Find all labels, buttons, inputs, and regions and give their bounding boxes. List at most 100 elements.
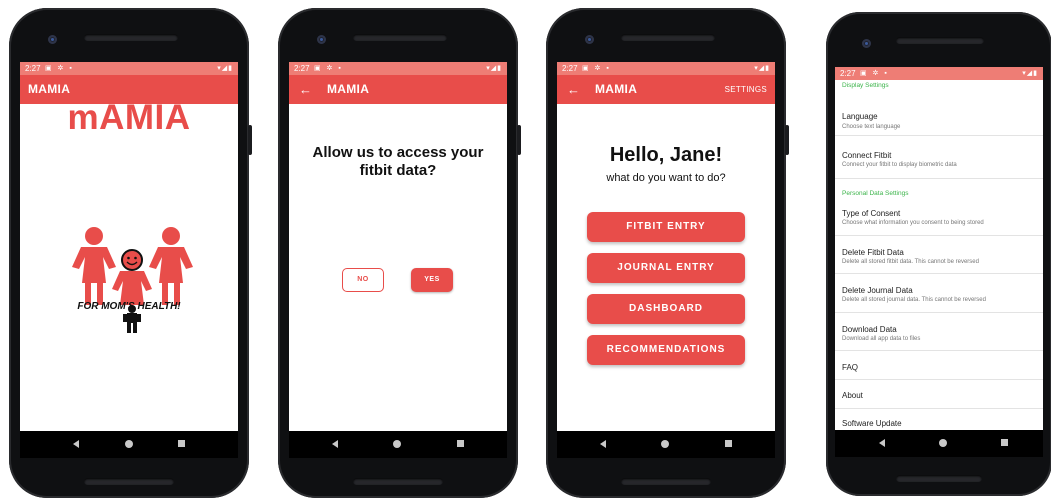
phone-frame-consent: 2:27 ▣ ✲ ▪ ▾◢▮ ← MAMIA Allow us to acces… bbox=[278, 8, 518, 498]
about-setting[interactable]: About bbox=[835, 380, 1043, 409]
system-nav-bar bbox=[557, 431, 775, 458]
notification-icons: ▣ ✲ ▪ bbox=[860, 70, 889, 77]
back-triangle-icon[interactable] bbox=[332, 440, 338, 448]
notification-icons: ▣ ✲ ▪ bbox=[45, 65, 74, 72]
screen-home: 2:27 ▣ ✲ ▪ ▾◢▮ ← MAMIA SETTINGS Hello, J… bbox=[557, 62, 775, 458]
dashboard-button[interactable]: DASHBOARD bbox=[587, 294, 745, 324]
notification-icons: ▣ ✲ ▪ bbox=[582, 65, 611, 72]
power-button bbox=[785, 125, 789, 155]
status-bar: 2:27 ▣ ✲ ▪ ▾◢▮ bbox=[20, 62, 238, 75]
greeting-subtitle: what do you want to do? bbox=[606, 172, 726, 184]
bottom-speaker bbox=[621, 478, 711, 485]
recents-square-icon[interactable] bbox=[178, 440, 185, 447]
front-camera bbox=[585, 35, 594, 44]
setting-subtitle: Choose text language bbox=[842, 124, 901, 130]
home-circle-icon[interactable] bbox=[939, 439, 947, 447]
earpiece-speaker bbox=[353, 34, 447, 41]
bottom-speaker bbox=[896, 475, 982, 482]
back-arrow-icon[interactable]: ← bbox=[299, 75, 312, 104]
signal-battery-icon: ▾◢▮ bbox=[217, 65, 233, 72]
logo-text: mAMIA bbox=[67, 98, 191, 137]
bottom-speaker bbox=[84, 478, 174, 485]
front-camera bbox=[48, 35, 57, 44]
status-bar: 2:27 ▣ ✲ ▪ ▾◢▮ bbox=[289, 62, 507, 75]
power-button bbox=[517, 125, 521, 155]
tagline: FOR MOM'S HEALTH! bbox=[77, 301, 181, 312]
setting-title: FAQ bbox=[842, 363, 859, 372]
earpiece-speaker bbox=[621, 34, 715, 41]
status-bar: 2:27 ▣ ✲ ▪ ▾◢▮ bbox=[557, 62, 775, 75]
setting-title: Delete Journal Data bbox=[842, 286, 913, 295]
display-settings-header: Display Settings bbox=[842, 82, 889, 89]
setting-title: Download Data bbox=[842, 325, 897, 334]
recents-square-icon[interactable] bbox=[725, 440, 732, 447]
setting-subtitle: Download all app data to files bbox=[842, 336, 921, 342]
app-title: MAMIA bbox=[327, 82, 370, 96]
front-camera bbox=[317, 35, 326, 44]
recents-square-icon[interactable] bbox=[457, 440, 464, 447]
delete-journal-data-setting[interactable]: Delete Journal Data Delete all stored jo… bbox=[835, 274, 1043, 313]
screen-consent: 2:27 ▣ ✲ ▪ ▾◢▮ ← MAMIA Allow us to acces… bbox=[289, 62, 507, 458]
journal-entry-button[interactable]: JOURNAL ENTRY bbox=[587, 253, 745, 283]
status-time: 2:27 bbox=[840, 69, 856, 78]
consent-question: Allow us to access your fitbit data? bbox=[312, 144, 484, 179]
status-time: 2:27 bbox=[25, 64, 41, 73]
greeting: Hello, Jane! bbox=[609, 144, 723, 166]
app-bar: ← MAMIA bbox=[289, 75, 507, 104]
back-triangle-icon[interactable] bbox=[73, 440, 79, 448]
no-button[interactable]: NO bbox=[342, 268, 384, 292]
recents-square-icon[interactable] bbox=[1001, 439, 1008, 446]
status-bar: 2:27 ▣ ✲ ▪ ▾◢▮ bbox=[835, 67, 1043, 80]
home-circle-icon[interactable] bbox=[661, 440, 669, 448]
setting-title: Delete Fitbit Data bbox=[842, 248, 904, 257]
setting-subtitle: Connect your fitbit to display biometric… bbox=[842, 162, 957, 168]
earpiece-speaker bbox=[84, 34, 178, 41]
setting-title: Type of Consent bbox=[842, 209, 901, 218]
screen-splash: 2:27 ▣ ✲ ▪ ▾◢▮ MAMIA mAMIA FOR MOM'S HEA… bbox=[20, 62, 238, 458]
screen-settings: 2:27 ▣ ✲ ▪ ▾◢▮ Display Settings Language… bbox=[835, 67, 1043, 457]
status-time: 2:27 bbox=[294, 64, 310, 73]
fitbit-entry-button[interactable]: FITBIT ENTRY bbox=[587, 212, 745, 242]
faq-setting[interactable]: FAQ bbox=[835, 351, 1043, 380]
system-nav-bar bbox=[20, 431, 238, 458]
home-circle-icon[interactable] bbox=[393, 440, 401, 448]
settings-list: Display Settings Language Choose text la… bbox=[835, 80, 1043, 430]
back-triangle-icon[interactable] bbox=[600, 440, 606, 448]
connect-fitbit-setting[interactable]: Connect Fitbit Connect your fitbit to di… bbox=[835, 136, 1043, 179]
delete-fitbit-data-setting[interactable]: Delete Fitbit Data Delete all stored fit… bbox=[835, 236, 1043, 274]
phone-frame-settings: 2:27 ▣ ✲ ▪ ▾◢▮ Display Settings Language… bbox=[826, 12, 1051, 496]
signal-battery-icon: ▾◢▮ bbox=[1022, 70, 1038, 77]
yes-button[interactable]: YES bbox=[411, 268, 453, 292]
system-nav-bar bbox=[289, 431, 507, 458]
notification-icons: ▣ ✲ ▪ bbox=[314, 65, 343, 72]
app-bar: ← MAMIA SETTINGS bbox=[557, 75, 775, 104]
setting-title: About bbox=[842, 391, 863, 400]
setting-title: Language bbox=[842, 112, 878, 121]
earpiece-speaker bbox=[896, 37, 984, 44]
front-camera bbox=[862, 39, 871, 48]
setting-subtitle: Delete all stored journal data. This can… bbox=[842, 297, 986, 303]
personal-data-header: Personal Data Settings bbox=[842, 190, 909, 197]
download-data-setting[interactable]: Download Data Download all app data to f… bbox=[835, 313, 1043, 351]
setting-subtitle: Choose what information you consent to b… bbox=[842, 220, 984, 226]
signal-battery-icon: ▾◢▮ bbox=[754, 65, 770, 72]
setting-subtitle: Delete all stored fitbit data. This cann… bbox=[842, 259, 979, 265]
phone-frame-splash: 2:27 ▣ ✲ ▪ ▾◢▮ MAMIA mAMIA FOR MOM'S HEA… bbox=[9, 8, 249, 498]
signal-battery-icon: ▾◢▮ bbox=[486, 65, 502, 72]
app-title: MAMIA bbox=[595, 82, 638, 96]
back-triangle-icon[interactable] bbox=[879, 439, 885, 447]
family-logo-icon bbox=[72, 227, 193, 333]
phone-frame-home: 2:27 ▣ ✲ ▪ ▾◢▮ ← MAMIA SETTINGS Hello, J… bbox=[546, 8, 786, 498]
bottom-speaker bbox=[353, 478, 443, 485]
status-time: 2:27 bbox=[562, 64, 578, 73]
home-circle-icon[interactable] bbox=[125, 440, 133, 448]
language-setting[interactable]: Language Choose text language bbox=[835, 93, 1043, 136]
type-of-consent-setting[interactable]: Type of Consent Choose what information … bbox=[835, 200, 1043, 236]
power-button bbox=[248, 125, 252, 155]
recommendations-button[interactable]: RECOMMENDATIONS bbox=[587, 335, 745, 365]
back-arrow-icon[interactable]: ← bbox=[567, 75, 580, 104]
system-nav-bar bbox=[835, 430, 1043, 457]
setting-title: Software Update bbox=[842, 419, 902, 428]
setting-title: Connect Fitbit bbox=[842, 151, 892, 160]
settings-action[interactable]: SETTINGS bbox=[725, 75, 767, 104]
